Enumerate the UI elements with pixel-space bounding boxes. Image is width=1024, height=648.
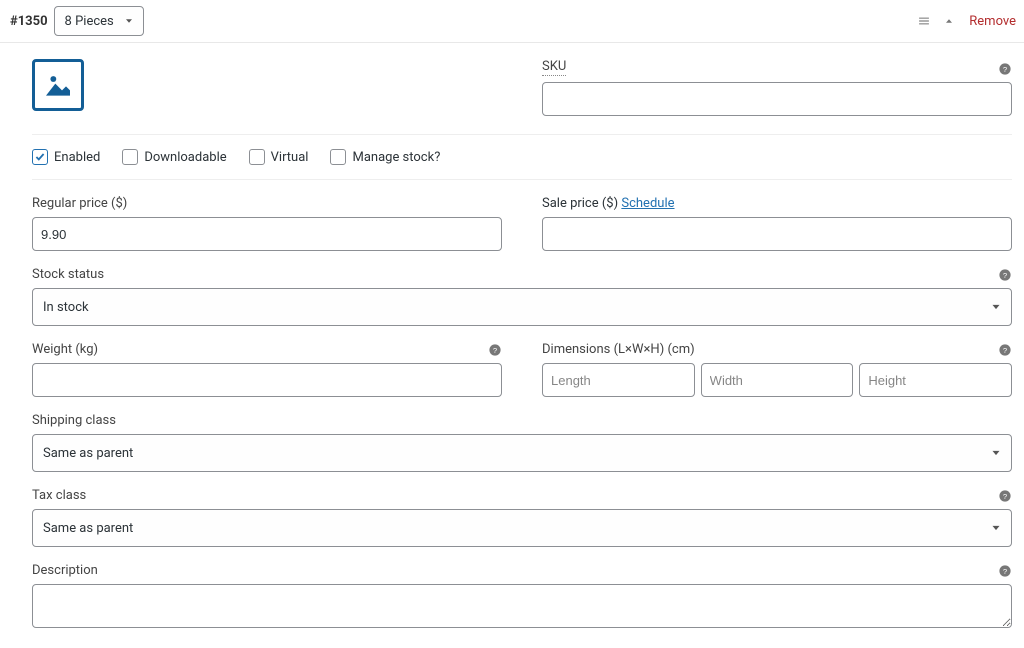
chevron-down-icon — [989, 521, 1003, 535]
variation-id: #1350 — [10, 14, 48, 29]
length-input[interactable] — [542, 363, 695, 397]
help-icon[interactable]: ? — [998, 343, 1012, 357]
shipping-class-label: Shipping class — [32, 413, 1012, 428]
stock-status-value: In stock — [43, 300, 89, 315]
manage-stock-toggle[interactable]: Manage stock? — [330, 149, 440, 165]
tax-class-label: Tax class — [32, 488, 86, 503]
virtual-label: Virtual — [271, 150, 309, 165]
svg-text:?: ? — [1003, 346, 1007, 355]
regular-price-label: Regular price ($) — [32, 196, 502, 211]
regular-price-input[interactable] — [32, 217, 502, 251]
chevron-down-icon — [989, 446, 1003, 460]
chevron-down-icon — [123, 15, 135, 27]
checkbox-icon — [122, 149, 138, 165]
help-icon[interactable]: ? — [998, 268, 1012, 282]
remove-link[interactable]: Remove — [969, 14, 1016, 29]
height-input[interactable] — [859, 363, 1012, 397]
checkbox-icon — [330, 149, 346, 165]
checkbox-icon — [32, 149, 48, 165]
enabled-label: Enabled — [54, 150, 100, 165]
svg-text:?: ? — [493, 346, 497, 355]
tax-class-select[interactable]: Same as parent — [32, 509, 1012, 547]
svg-text:?: ? — [1003, 271, 1007, 280]
virtual-toggle[interactable]: Virtual — [249, 149, 309, 165]
variation-image-upload[interactable] — [32, 59, 84, 111]
shipping-class-select[interactable]: Same as parent — [32, 434, 1012, 472]
weight-input[interactable] — [32, 363, 502, 397]
variation-attribute-select[interactable]: 8 Pieces — [54, 6, 144, 36]
checkbox-icon — [249, 149, 265, 165]
enabled-toggle[interactable]: Enabled — [32, 149, 100, 165]
help-icon[interactable]: ? — [488, 343, 502, 357]
description-label: Description — [32, 563, 98, 578]
sale-price-label: Sale price ($) — [542, 196, 618, 211]
chevron-down-icon — [989, 300, 1003, 314]
tax-class-value: Same as parent — [43, 521, 133, 536]
variation-toggles: Enabled Downloadable Virtual Manage stoc… — [32, 134, 1012, 180]
collapse-icon[interactable] — [939, 11, 959, 31]
sku-label: SKU — [542, 59, 566, 76]
stock-status-label: Stock status — [32, 267, 104, 282]
downloadable-toggle[interactable]: Downloadable — [122, 149, 226, 165]
image-placeholder-icon — [42, 69, 74, 101]
manage-stock-label: Manage stock? — [352, 150, 440, 165]
help-icon[interactable]: ? — [998, 489, 1012, 503]
variation-panel: #1350 8 Pieces Remove — [0, 0, 1024, 648]
sku-input[interactable] — [542, 82, 1012, 116]
sale-price-input[interactable] — [542, 217, 1012, 251]
svg-text:?: ? — [1003, 492, 1007, 501]
help-icon[interactable]: ? — [998, 62, 1012, 76]
width-input[interactable] — [701, 363, 854, 397]
variation-header: #1350 8 Pieces Remove — [0, 0, 1024, 43]
dimensions-label: Dimensions (L×W×H) (cm) — [542, 342, 695, 357]
svg-text:?: ? — [1003, 567, 1007, 576]
variation-attribute-value: 8 Pieces — [65, 14, 114, 29]
drag-handle-icon[interactable] — [913, 10, 935, 32]
weight-label: Weight (kg) — [32, 342, 98, 357]
svg-text:?: ? — [1003, 65, 1007, 74]
help-icon[interactable]: ? — [998, 564, 1012, 578]
stock-status-select[interactable]: In stock — [32, 288, 1012, 326]
description-textarea[interactable] — [32, 584, 1012, 628]
shipping-class-value: Same as parent — [43, 446, 133, 461]
downloadable-label: Downloadable — [144, 150, 226, 165]
schedule-link[interactable]: Schedule — [621, 196, 674, 211]
